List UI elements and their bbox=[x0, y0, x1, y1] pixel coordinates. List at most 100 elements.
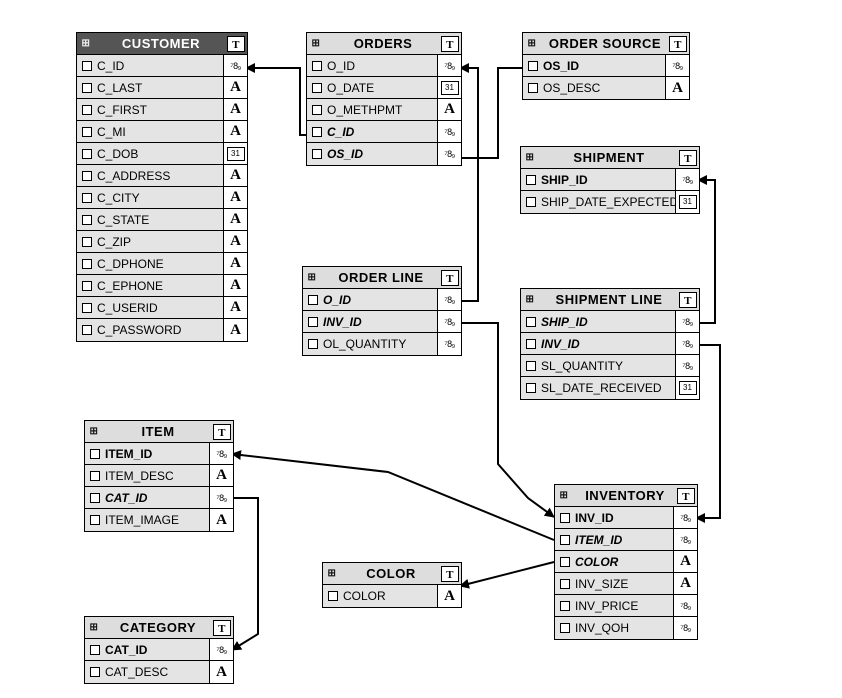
column-row[interactable]: CAT_ID⁷8₉ bbox=[85, 487, 233, 509]
column-row[interactable]: CAT_ID⁷8₉ bbox=[85, 639, 233, 661]
column-row[interactable]: COLORA bbox=[323, 585, 461, 607]
column-checkbox[interactable] bbox=[555, 579, 575, 589]
column-checkbox[interactable] bbox=[303, 317, 323, 327]
column-row[interactable]: C_ID⁷8₉ bbox=[77, 55, 247, 77]
column-checkbox[interactable] bbox=[521, 339, 541, 349]
column-row[interactable]: SL_DATE_RECEIVED31 bbox=[521, 377, 699, 399]
column-row[interactable]: C_FIRSTA bbox=[77, 99, 247, 121]
column-checkbox[interactable] bbox=[555, 601, 575, 611]
column-checkbox[interactable] bbox=[521, 317, 541, 327]
entity-titlebar[interactable]: ⊞ORDER SOURCET bbox=[523, 33, 689, 55]
column-row[interactable]: C_CITYA bbox=[77, 187, 247, 209]
column-checkbox[interactable] bbox=[77, 237, 97, 247]
entity-titlebar[interactable]: ⊞INVENTORYT bbox=[555, 485, 697, 507]
column-row[interactable]: C_ADDRESSA bbox=[77, 165, 247, 187]
column-row[interactable]: C_ZIPA bbox=[77, 231, 247, 253]
column-checkbox[interactable] bbox=[555, 513, 575, 523]
entity-titlebar[interactable]: ⊞CATEGORYT bbox=[85, 617, 233, 639]
column-row[interactable]: C_MIA bbox=[77, 121, 247, 143]
entity-category[interactable]: ⊞CATEGORYTCAT_ID⁷8₉CAT_DESCA bbox=[84, 616, 234, 684]
column-checkbox[interactable] bbox=[555, 557, 575, 567]
column-row[interactable]: ITEM_IMAGEA bbox=[85, 509, 233, 531]
column-checkbox[interactable] bbox=[307, 127, 327, 137]
column-checkbox[interactable] bbox=[77, 325, 97, 335]
column-row[interactable]: ITEM_ID⁷8₉ bbox=[85, 443, 233, 465]
column-row[interactable]: SHIP_DATE_EXPECTED31 bbox=[521, 191, 699, 213]
column-row[interactable]: ITEM_DESCA bbox=[85, 465, 233, 487]
column-checkbox[interactable] bbox=[85, 449, 105, 459]
entity-titlebar[interactable]: ⊞SHIPMENT LINET bbox=[521, 289, 699, 311]
column-checkbox[interactable] bbox=[85, 515, 105, 525]
column-checkbox[interactable] bbox=[85, 645, 105, 655]
column-row[interactable]: C_DPHONEA bbox=[77, 253, 247, 275]
column-checkbox[interactable] bbox=[523, 61, 543, 71]
entity-inventory[interactable]: ⊞INVENTORYTINV_ID⁷8₉ITEM_ID⁷8₉COLORAINV_… bbox=[554, 484, 698, 640]
column-checkbox[interactable] bbox=[77, 83, 97, 93]
entity-shipment_line[interactable]: ⊞SHIPMENT LINETSHIP_ID⁷8₉INV_ID⁷8₉SL_QUA… bbox=[520, 288, 700, 400]
column-checkbox[interactable] bbox=[85, 471, 105, 481]
column-row[interactable]: COLORA bbox=[555, 551, 697, 573]
column-row[interactable]: O_ID⁷8₉ bbox=[303, 289, 461, 311]
column-row[interactable]: INV_ID⁷8₉ bbox=[521, 333, 699, 355]
entity-titlebar[interactable]: ⊞COLORT bbox=[323, 563, 461, 585]
column-checkbox[interactable] bbox=[523, 83, 543, 93]
column-row[interactable]: OS_DESCA bbox=[523, 77, 689, 99]
entity-color[interactable]: ⊞COLORTCOLORA bbox=[322, 562, 462, 608]
column-row[interactable]: INV_ID⁷8₉ bbox=[555, 507, 697, 529]
entity-shipment[interactable]: ⊞SHIPMENTTSHIP_ID⁷8₉SHIP_DATE_EXPECTED31 bbox=[520, 146, 700, 214]
column-checkbox[interactable] bbox=[521, 383, 541, 393]
column-checkbox[interactable] bbox=[303, 295, 323, 305]
column-row[interactable]: INV_QOH⁷8₉ bbox=[555, 617, 697, 639]
column-row[interactable]: INV_SIZEA bbox=[555, 573, 697, 595]
column-row[interactable]: C_LASTA bbox=[77, 77, 247, 99]
column-row[interactable]: CAT_DESCA bbox=[85, 661, 233, 683]
column-checkbox[interactable] bbox=[77, 149, 97, 159]
column-checkbox[interactable] bbox=[555, 623, 575, 633]
column-row[interactable]: INV_PRICE⁷8₉ bbox=[555, 595, 697, 617]
entity-order_source[interactable]: ⊞ORDER SOURCETOS_ID⁷8₉OS_DESCA bbox=[522, 32, 690, 100]
entity-order_line[interactable]: ⊞ORDER LINETO_ID⁷8₉INV_ID⁷8₉OL_QUANTITY⁷… bbox=[302, 266, 462, 356]
entity-titlebar[interactable]: ⊞ORDER LINET bbox=[303, 267, 461, 289]
entity-customer[interactable]: ⊞CUSTOMERTC_ID⁷8₉C_LASTAC_FIRSTAC_MIAC_D… bbox=[76, 32, 248, 342]
column-checkbox[interactable] bbox=[77, 171, 97, 181]
column-checkbox[interactable] bbox=[77, 259, 97, 269]
column-row[interactable]: C_STATEA bbox=[77, 209, 247, 231]
column-checkbox[interactable] bbox=[77, 105, 97, 115]
column-checkbox[interactable] bbox=[303, 339, 323, 349]
column-row[interactable]: SHIP_ID⁷8₉ bbox=[521, 169, 699, 191]
column-checkbox[interactable] bbox=[77, 127, 97, 137]
column-row[interactable]: C_EPHONEA bbox=[77, 275, 247, 297]
entity-titlebar[interactable]: ⊞CUSTOMERT bbox=[77, 33, 247, 55]
column-checkbox[interactable] bbox=[307, 61, 327, 71]
column-row[interactable]: ITEM_ID⁷8₉ bbox=[555, 529, 697, 551]
column-checkbox[interactable] bbox=[77, 215, 97, 225]
entity-item[interactable]: ⊞ITEMTITEM_ID⁷8₉ITEM_DESCACAT_ID⁷8₉ITEM_… bbox=[84, 420, 234, 532]
column-checkbox[interactable] bbox=[521, 197, 541, 207]
column-row[interactable]: C_ID⁷8₉ bbox=[307, 121, 461, 143]
column-checkbox[interactable] bbox=[323, 591, 343, 601]
column-row[interactable]: C_USERIDA bbox=[77, 297, 247, 319]
column-checkbox[interactable] bbox=[77, 303, 97, 313]
column-row[interactable]: O_ID⁷8₉ bbox=[307, 55, 461, 77]
column-row[interactable]: O_DATE31 bbox=[307, 77, 461, 99]
column-row[interactable]: C_PASSWORDA bbox=[77, 319, 247, 341]
column-row[interactable]: SL_QUANTITY⁷8₉ bbox=[521, 355, 699, 377]
column-checkbox[interactable] bbox=[521, 361, 541, 371]
column-checkbox[interactable] bbox=[85, 493, 105, 503]
column-row[interactable]: SHIP_ID⁷8₉ bbox=[521, 311, 699, 333]
column-row[interactable]: OS_ID⁷8₉ bbox=[307, 143, 461, 165]
column-checkbox[interactable] bbox=[521, 175, 541, 185]
column-checkbox[interactable] bbox=[307, 105, 327, 115]
column-checkbox[interactable] bbox=[77, 61, 97, 71]
column-row[interactable]: C_DOB31 bbox=[77, 143, 247, 165]
entity-orders[interactable]: ⊞ORDERSTO_ID⁷8₉O_DATE31O_METHPMTAC_ID⁷8₉… bbox=[306, 32, 462, 166]
entity-titlebar[interactable]: ⊞SHIPMENTT bbox=[521, 147, 699, 169]
column-checkbox[interactable] bbox=[307, 83, 327, 93]
column-row[interactable]: INV_ID⁷8₉ bbox=[303, 311, 461, 333]
entity-titlebar[interactable]: ⊞ORDERST bbox=[307, 33, 461, 55]
column-row[interactable]: OS_ID⁷8₉ bbox=[523, 55, 689, 77]
entity-titlebar[interactable]: ⊞ITEMT bbox=[85, 421, 233, 443]
column-checkbox[interactable] bbox=[77, 281, 97, 291]
column-checkbox[interactable] bbox=[555, 535, 575, 545]
column-checkbox[interactable] bbox=[77, 193, 97, 203]
